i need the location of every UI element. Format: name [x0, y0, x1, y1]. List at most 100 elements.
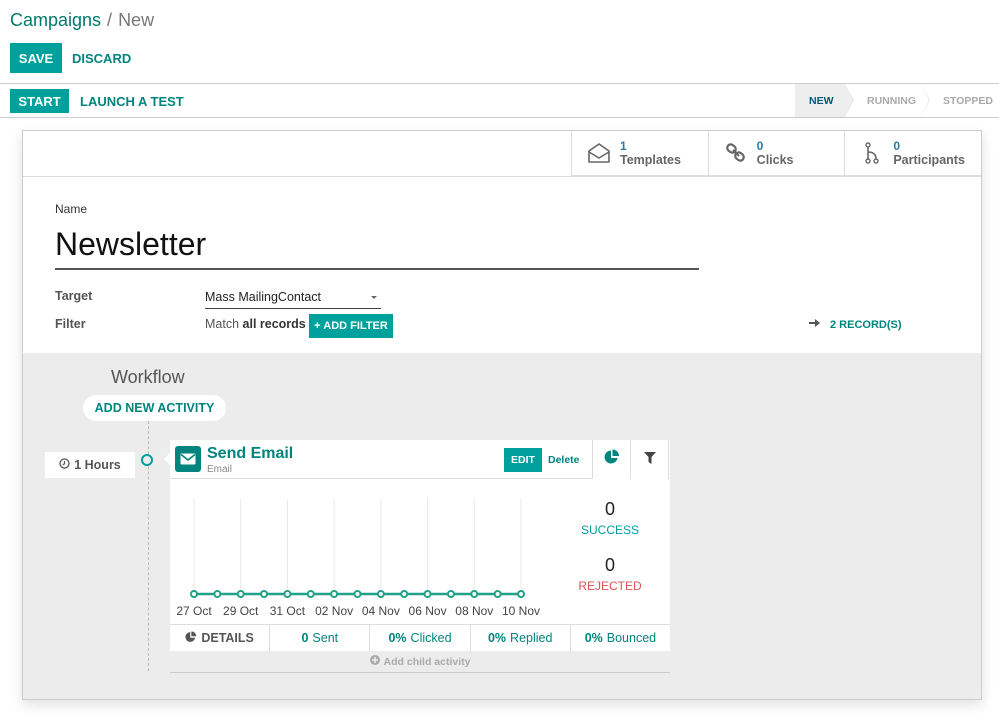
- chart-data-point[interactable]: [306, 590, 315, 598]
- rejected-label: REJECTED: [578, 579, 642, 593]
- sent-stat[interactable]: 0 Sent: [270, 625, 371, 651]
- clicked-label: Clicked: [410, 631, 452, 645]
- filter-icon: [643, 451, 656, 469]
- envelope-icon: [175, 446, 201, 472]
- activity-stats: 0 SUCCESS 0 REJECTED: [550, 479, 670, 593]
- filter-prefix: Match: [205, 317, 240, 331]
- chart-data-point[interactable]: [423, 590, 432, 598]
- clicks-count: 0: [756, 139, 764, 153]
- success-count: 0: [604, 499, 615, 519]
- activity-line-chart: 27 Oct 29 Oct 31 Oct 02 Nov 04 Nov 06 Nov 08 N…: [176, 499, 540, 618]
- bounced-label: Bounced: [606, 631, 657, 645]
- clicks-stat-button[interactable]: 0 Clicks: [709, 131, 846, 175]
- chart-data-point[interactable]: [283, 590, 292, 598]
- sent-label: Sent: [312, 631, 339, 645]
- activity-card-body: 27 Oct 29 Oct 31 Oct 02 Nov 04 Nov 06 Nov 08 N…: [170, 479, 670, 624]
- trigger-interval[interactable]: 1 Hours: [45, 452, 135, 478]
- graph-tab[interactable]: [592, 440, 630, 479]
- name-label: Name: [55, 202, 88, 216]
- status-bar: NEW RUNNING STOPPED: [795, 84, 999, 117]
- stage-running[interactable]: RUNNING: [845, 84, 930, 117]
- add-child-label: Add child activity: [383, 655, 471, 668]
- filter-scope: all records: [242, 317, 306, 331]
- chart-data-point[interactable]: [376, 590, 385, 598]
- success-label: SUCCESS: [580, 523, 639, 537]
- details-button[interactable]: DETAILS: [170, 625, 271, 651]
- pie-chart-icon: [604, 449, 620, 470]
- chart-data-point[interactable]: [446, 590, 455, 598]
- clock-icon: [59, 458, 70, 472]
- bounced-stat[interactable]: 0% Bounced: [571, 625, 670, 651]
- templates-stat-button[interactable]: 1 Templates: [572, 131, 709, 175]
- stage-new[interactable]: NEW: [795, 84, 854, 117]
- participants-count: 0: [893, 139, 901, 153]
- name-field[interactable]: Newsletter: [55, 224, 699, 270]
- discard-button[interactable]: DISCARD: [72, 43, 131, 73]
- chart-data-point[interactable]: [213, 590, 222, 598]
- workflow-section: Workflow ADD NEW ACTIVITY 1 Hours Send E…: [23, 353, 981, 699]
- divider: [23, 176, 981, 177]
- launch-test-button[interactable]: LAUNCH A TEST: [80, 89, 184, 113]
- details-label: DETAILS: [201, 631, 254, 645]
- add-child-activity-button[interactable]: Add child activity: [170, 651, 670, 673]
- templates-count: 1: [620, 139, 627, 153]
- plus-circle-icon: [369, 655, 380, 668]
- chart-data-point[interactable]: [400, 590, 409, 598]
- chart-data-point[interactable]: [470, 590, 479, 598]
- trigger-label: 1 Hours: [74, 458, 121, 472]
- breadcrumb-campaigns-link[interactable]: Campaigns: [10, 10, 101, 30]
- edit-activity-button[interactable]: EDIT: [504, 448, 542, 472]
- chart-data-point[interactable]: [260, 590, 269, 598]
- add-filter-button[interactable]: + ADD FILTER: [309, 314, 393, 338]
- chart-x-tick-label: 04 Nov: [362, 604, 400, 618]
- chart-data-point[interactable]: [236, 590, 245, 598]
- chart-data-point[interactable]: [330, 590, 339, 598]
- delete-activity-button[interactable]: Delete: [548, 448, 580, 472]
- link-icon: [723, 140, 749, 166]
- activity-card-footer: DETAILS 0 Sent 0% Clicked 0% Replied 0% Boun…: [170, 624, 670, 651]
- chart-x-tick-label: 02 Nov: [315, 604, 353, 618]
- participants-label: Participants: [893, 153, 965, 167]
- envelope-open-icon: [586, 140, 612, 166]
- clicked-stat[interactable]: 0% Clicked: [370, 625, 471, 651]
- replied-label: Replied: [510, 631, 553, 645]
- add-new-activity-button[interactable]: ADD NEW ACTIVITY: [83, 395, 226, 421]
- activity-card: Send Email Email EDIT Delete 27 Oct 29 Oc…: [164, 440, 670, 673]
- bounced-value: 0%: [584, 631, 603, 645]
- records-link[interactable]: 2 RECORD(S): [809, 318, 902, 331]
- chart-data-point[interactable]: [190, 590, 198, 598]
- chart-x-tick-label: 08 Nov: [455, 604, 493, 618]
- code-fork-icon: [859, 140, 885, 166]
- filter-label: Filter: [55, 317, 86, 331]
- target-value: Mass MailingContact: [205, 290, 322, 304]
- stage-stopped[interactable]: STOPPED: [921, 84, 999, 117]
- pie-chart-icon: [185, 630, 197, 646]
- clicks-label: Clicks: [756, 153, 794, 167]
- caret-down-icon: [371, 296, 377, 299]
- filter-tab[interactable]: [630, 440, 669, 479]
- stat-button-box: 1 Templates 0 Clicks 0 Participants: [571, 131, 981, 176]
- chart-x-tick-label: 29 Oct: [223, 604, 259, 618]
- activity-title[interactable]: Send Email: [207, 445, 293, 463]
- breadcrumb-current: New: [118, 10, 155, 30]
- participants-stat-button[interactable]: 0 Participants: [845, 131, 981, 175]
- breadcrumb-separator: /: [107, 10, 113, 30]
- chart-x-tick-label: 31 Oct: [270, 604, 306, 618]
- activity-type: Email: [207, 464, 233, 475]
- start-button[interactable]: START: [10, 89, 69, 113]
- chart-x-tick-label: 10 Nov: [502, 604, 540, 618]
- breadcrumb: Campaigns / New: [10, 10, 154, 31]
- replied-stat[interactable]: 0% Replied: [471, 625, 571, 651]
- rejected-count: 0: [604, 555, 615, 575]
- timeline-node: [141, 454, 153, 466]
- chart-data-point[interactable]: [353, 590, 362, 598]
- chart-x-tick-label: 27 Oct: [176, 604, 212, 618]
- chart-data-point[interactable]: [517, 590, 525, 598]
- target-select[interactable]: Mass MailingContact: [205, 289, 381, 309]
- sent-value: 0: [301, 631, 309, 645]
- save-button[interactable]: SAVE: [10, 43, 62, 73]
- chart-data-point[interactable]: [493, 590, 502, 598]
- templates-label: Templates: [620, 153, 681, 167]
- activity-card-header: Send Email Email EDIT Delete: [164, 440, 670, 479]
- replied-value: 0%: [487, 631, 507, 645]
